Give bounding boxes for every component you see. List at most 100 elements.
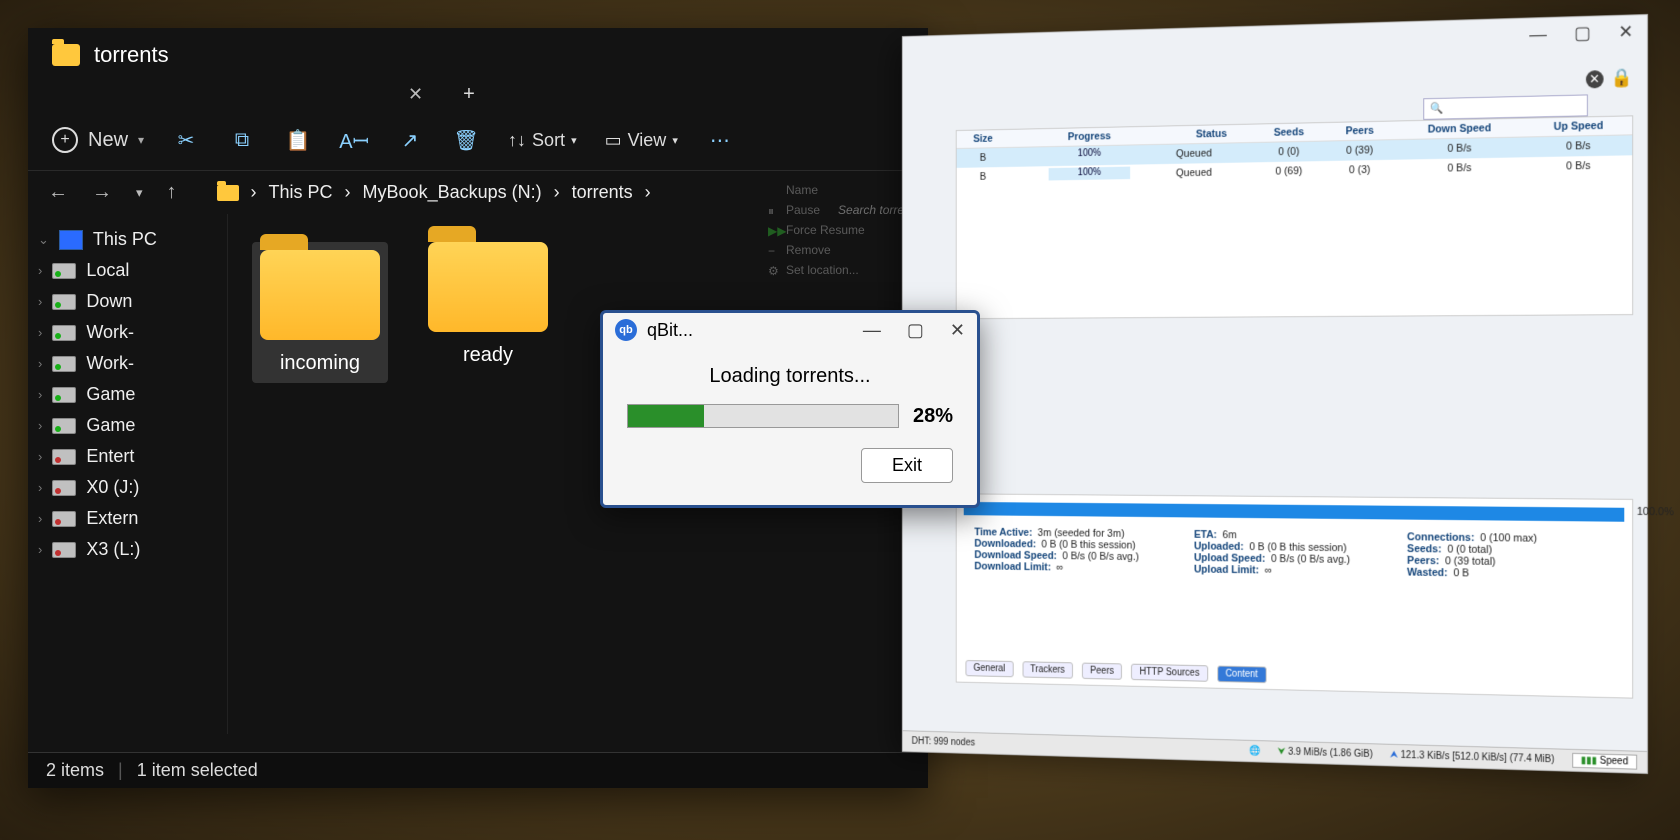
up-button[interactable]: ↑ <box>167 181 177 204</box>
col-status[interactable]: Status <box>1170 125 1252 145</box>
progress-bar: 100% <box>1049 147 1131 161</box>
col-peers[interactable]: Peers <box>1325 122 1394 142</box>
item-count: 2 items <box>46 760 104 781</box>
tab-trackers[interactable]: Trackers <box>1022 661 1073 678</box>
new-tab-button[interactable]: + <box>463 83 475 106</box>
copy-icon[interactable]: ⧉ <box>228 126 256 154</box>
progress-percent: 28% <box>913 405 953 428</box>
qbittorrent-window: — ▢ ✕ ✕ 🔒 Size Progress Status Seeds Pee… <box>902 14 1648 774</box>
folder-icon <box>217 185 239 201</box>
tree-item[interactable]: ›Work- <box>34 317 221 348</box>
chevron-down-icon[interactable]: ▾ <box>136 185 143 201</box>
maximize-button[interactable]: ▢ <box>907 320 924 341</box>
col-seeds[interactable]: Seeds <box>1253 123 1325 143</box>
chevron-down-icon: ▾ <box>672 134 678 147</box>
tree-item[interactable]: ›Extern <box>34 503 221 534</box>
speed-button[interactable]: ▮▮▮ Speed <box>1572 753 1637 770</box>
toolbar: + New ▾ ✂ ⧉ 📋 Aꟷ ↗ 🗑 ↑↓ Sort ▾ ▭ View ▾ … <box>28 116 928 171</box>
tree-item[interactable]: ›Entert <box>34 441 221 472</box>
tree-item[interactable]: ›X0 (J:) <box>34 472 221 503</box>
detail-panel: 100.0% Time Active:3m (seeded for 3m) Do… <box>956 493 1633 698</box>
folder-icon <box>428 242 548 332</box>
chevron-right-icon: › <box>38 418 42 433</box>
chevron-right-icon: › <box>345 182 351 203</box>
transfer-list[interactable]: Size Progress Status Seeds Peers Down Sp… <box>956 115 1633 319</box>
tree-item[interactable]: ›Work- <box>34 348 221 379</box>
tab-http-sources[interactable]: HTTP Sources <box>1131 664 1208 682</box>
tag-icon <box>768 184 780 196</box>
tab-content[interactable]: Content <box>1217 666 1266 684</box>
cut-icon[interactable]: ✂ <box>172 126 200 154</box>
back-button[interactable]: ← <box>48 181 68 204</box>
tree-item[interactable]: ›Game <box>34 410 221 441</box>
dialog-title: qBit... <box>647 320 693 341</box>
progress-bar <box>627 404 899 428</box>
lock-icon[interactable]: 🔒 <box>1611 67 1633 89</box>
more-icon[interactable]: ⋯ <box>706 126 734 154</box>
sort-icon: ↑↓ <box>508 130 526 151</box>
view-button[interactable]: ▭ View ▾ <box>605 130 678 151</box>
close-button[interactable]: ✕ <box>1618 21 1633 42</box>
close-button[interactable]: ✕ <box>950 320 965 341</box>
minimize-button[interactable]: — <box>1529 24 1547 45</box>
delete-icon[interactable]: 🗑 <box>452 126 480 154</box>
bars-icon: ▮▮▮ <box>1581 755 1597 766</box>
drive-icon <box>52 325 76 341</box>
tree-item[interactable]: ›Local <box>34 255 221 286</box>
sort-button[interactable]: ↑↓ Sort ▾ <box>508 130 577 151</box>
nav-tree: ⌄This PC ›Local ›Down ›Work- ›Work- ›Gam… <box>28 214 228 734</box>
minimize-button[interactable]: — <box>863 320 881 341</box>
pause-icon: ⏸ <box>768 204 780 216</box>
breadcrumb-item[interactable]: torrents <box>572 182 633 203</box>
progress-bar: 100.0% <box>964 502 1625 522</box>
loading-dialog: qb qBit... — ▢ ✕ Loading torrents... 28%… <box>600 310 980 508</box>
drive-icon <box>52 480 76 496</box>
minus-icon: − <box>768 244 780 256</box>
drive-icon <box>52 387 76 403</box>
tree-item[interactable]: ›Down <box>34 286 221 317</box>
breadcrumb-item[interactable]: This PC <box>269 182 333 203</box>
tree-item[interactable]: ›X3 (L:) <box>34 534 221 565</box>
rename-icon[interactable]: Aꟷ <box>340 126 368 154</box>
col-size[interactable]: Size <box>957 130 1010 149</box>
window-controls: — ▢ ✕ <box>1529 21 1633 45</box>
status-bar: DHT: 999 nodes 🌐 ⮟ 3.9 MiB/s (1.86 GiB) … <box>903 730 1647 773</box>
chevron-down-icon: ⌄ <box>38 232 49 248</box>
tree-root-this-pc[interactable]: ⌄This PC <box>34 224 221 255</box>
up-arrow-icon: ⮝ <box>1390 750 1398 761</box>
breadcrumb-item[interactable]: MyBook_Backups (N:) <box>363 182 542 203</box>
chevron-right-icon: › <box>645 182 651 203</box>
breadcrumb[interactable]: › This PC › MyBook_Backups (N:) › torren… <box>217 182 651 203</box>
chevron-right-icon: › <box>251 182 257 203</box>
progress-fill <box>628 405 704 427</box>
maximize-button[interactable]: ▢ <box>1574 23 1591 44</box>
col-up-speed[interactable]: Up Speed <box>1525 116 1632 137</box>
new-button[interactable]: + New ▾ <box>52 127 144 153</box>
chevron-down-icon: ▾ <box>138 133 144 147</box>
close-tab-icon[interactable]: ✕ <box>408 84 423 105</box>
drive-icon <box>52 418 76 434</box>
window-title: torrents <box>94 42 169 68</box>
drive-icon <box>52 449 76 465</box>
drive-icon <box>52 511 76 527</box>
paste-icon[interactable]: 📋 <box>284 126 312 154</box>
chevron-right-icon: › <box>38 325 42 340</box>
upload-speed: 121.3 KiB/s [512.0 KiB/s] (77.4 MiB) <box>1401 750 1555 765</box>
tab-torrents[interactable]: ✕ <box>68 84 423 105</box>
chevron-right-icon: › <box>38 449 42 464</box>
detail-tabs: General Trackers Peers HTTP Sources Cont… <box>966 660 1267 683</box>
chevron-right-icon: › <box>38 294 42 309</box>
tab-strip: ✕ + <box>28 72 928 116</box>
tree-item[interactable]: ›Game <box>34 379 221 410</box>
download-speed: 3.9 MiB/s (1.86 GiB) <box>1288 747 1373 760</box>
tab-peers[interactable]: Peers <box>1082 663 1122 680</box>
play-icon: ▶▶ <box>768 224 780 236</box>
exit-button[interactable]: Exit <box>861 448 953 483</box>
loading-message: Loading torrents... <box>627 365 953 388</box>
folder-incoming[interactable]: incoming <box>252 242 388 383</box>
share-icon[interactable]: ↗ <box>396 126 424 154</box>
tab-general[interactable]: General <box>966 660 1014 677</box>
folder-ready[interactable]: ready <box>428 242 548 367</box>
clear-icon[interactable]: ✕ <box>1586 70 1604 88</box>
forward-button[interactable]: → <box>92 181 112 204</box>
